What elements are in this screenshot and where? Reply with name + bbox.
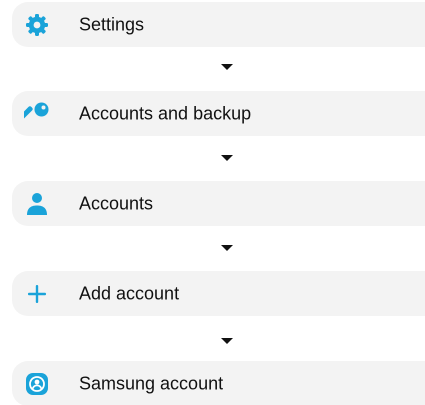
step-settings: Settings: [12, 2, 425, 47]
step-label: Accounts and backup: [79, 103, 252, 123]
plus-icon: [24, 281, 50, 307]
step-samsung-account: Samsung account: [12, 361, 425, 405]
gear-icon: [24, 12, 50, 38]
samsung-account-icon: [24, 371, 50, 397]
step-label: Accounts: [79, 193, 154, 213]
step-label: Samsung account: [79, 373, 224, 393]
step-accounts-and-backup: Accounts and backup: [12, 91, 425, 136]
step-label: Add account: [79, 283, 180, 303]
key-icon: [24, 101, 50, 127]
arrow-down-icon: [221, 245, 233, 251]
navigation-path-guide: Settings Accounts and backup Accounts Ad…: [0, 0, 425, 405]
step-accounts: Accounts: [12, 181, 425, 226]
arrow-down-icon: [221, 338, 233, 344]
step-add-account: Add account: [12, 271, 425, 316]
arrow-down-icon: [221, 64, 233, 70]
person-icon: [24, 191, 50, 217]
step-label: Settings: [79, 14, 145, 34]
arrow-down-icon: [221, 155, 233, 161]
